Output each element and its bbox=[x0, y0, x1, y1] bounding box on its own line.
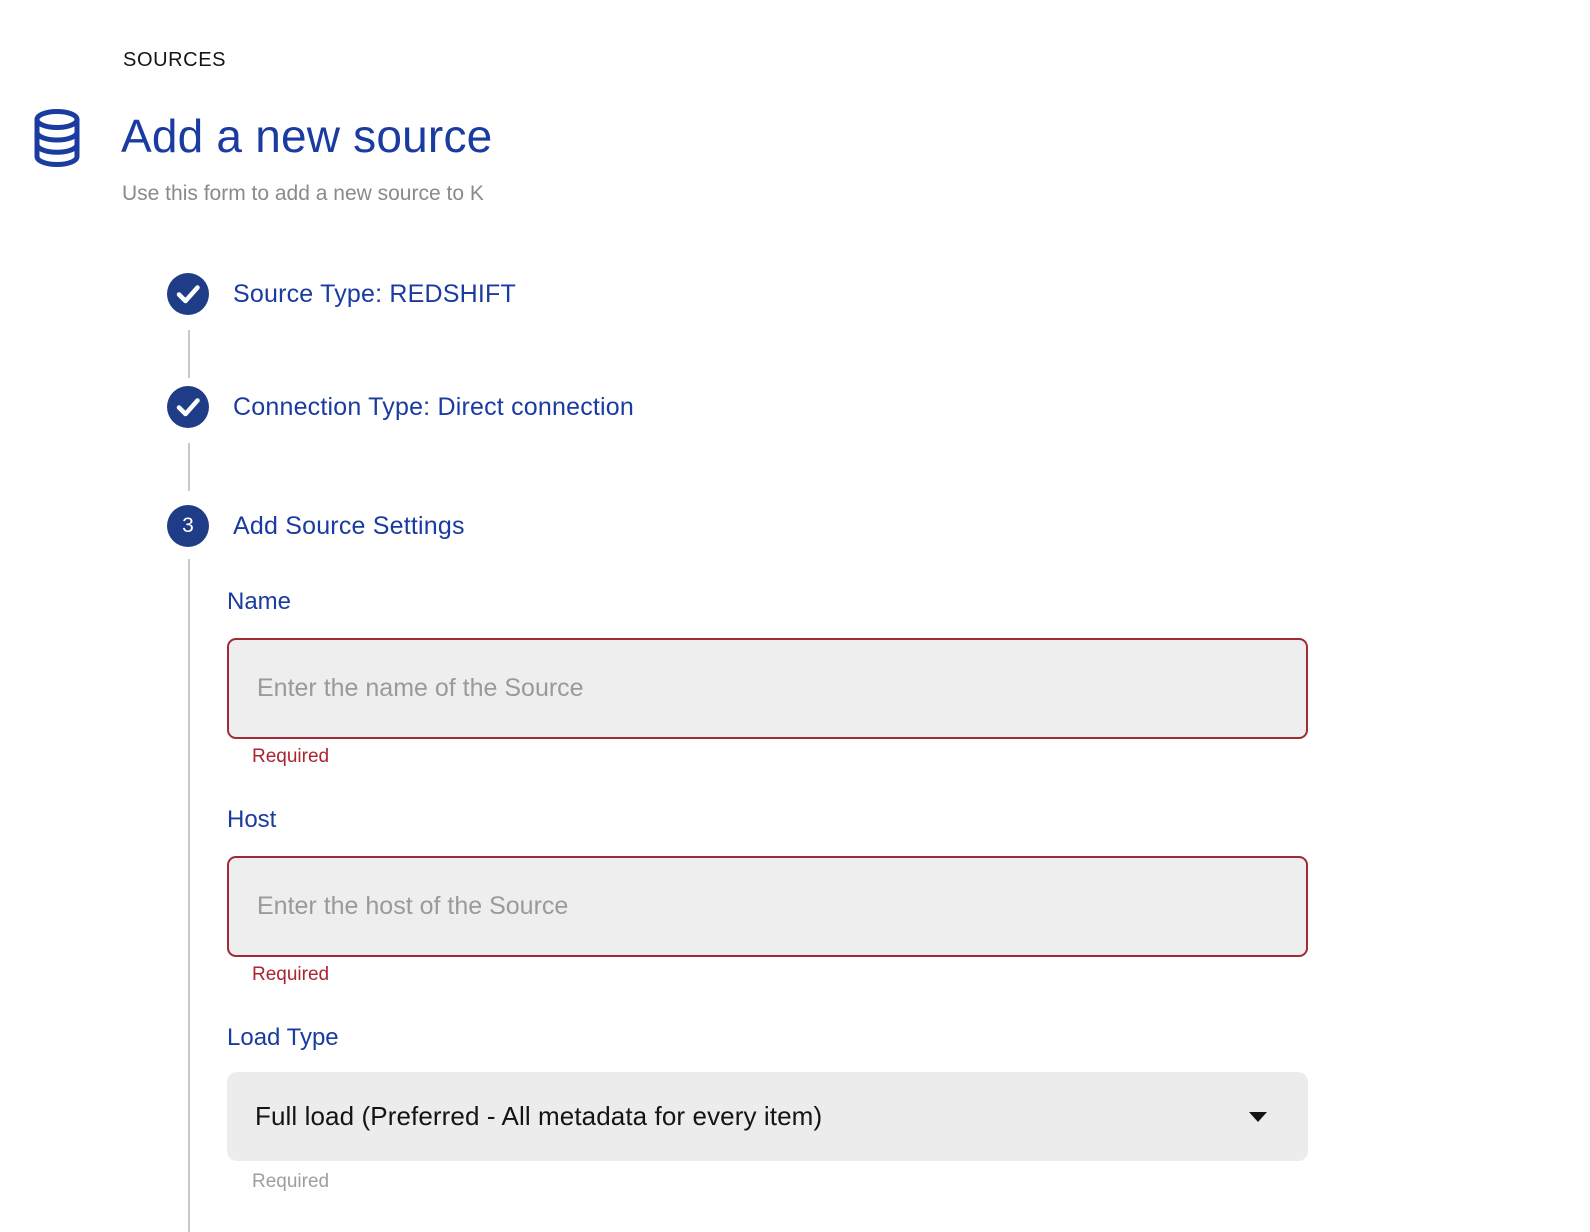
name-field-label: Name bbox=[227, 588, 291, 616]
step-connection-type-label: Connection Type: Direct connection bbox=[233, 393, 634, 422]
page-subtitle: Use this form to add a new source to K bbox=[122, 182, 484, 206]
step-source-type-label: Source Type: REDSHIFT bbox=[233, 280, 516, 309]
check-icon bbox=[167, 386, 209, 428]
step-connection-type[interactable]: Connection Type: Direct connection bbox=[167, 386, 634, 428]
load-type-selected-value: Full load (Preferred - All metadata for … bbox=[255, 1101, 822, 1132]
host-required-helper: Required bbox=[252, 964, 329, 986]
step-number: 3 bbox=[182, 514, 194, 538]
step-source-type[interactable]: Source Type: REDSHIFT bbox=[167, 273, 516, 315]
host-input[interactable] bbox=[227, 856, 1308, 957]
load-type-select[interactable]: Full load (Preferred - All metadata for … bbox=[227, 1072, 1308, 1161]
add-source-page: SOURCES Add a new source Use this form t… bbox=[0, 0, 1590, 1232]
host-field-label: Host bbox=[227, 806, 276, 834]
breadcrumb-sources: SOURCES bbox=[123, 49, 226, 72]
load-type-required-helper: Required bbox=[252, 1171, 329, 1193]
stepper-connector bbox=[188, 559, 190, 1232]
step-add-source-settings-label: Add Source Settings bbox=[233, 512, 465, 541]
database-icon bbox=[32, 109, 82, 172]
name-required-helper: Required bbox=[252, 746, 329, 768]
stepper-connector bbox=[188, 330, 190, 378]
stepper-connector bbox=[188, 443, 190, 491]
load-type-field-label: Load Type bbox=[227, 1024, 339, 1052]
step-add-source-settings[interactable]: 3 Add Source Settings bbox=[167, 505, 465, 547]
step-number-badge: 3 bbox=[167, 505, 209, 547]
name-input[interactable] bbox=[227, 638, 1308, 739]
check-icon bbox=[167, 273, 209, 315]
page-title: Add a new source bbox=[121, 109, 492, 163]
chevron-down-icon bbox=[1248, 1111, 1268, 1123]
